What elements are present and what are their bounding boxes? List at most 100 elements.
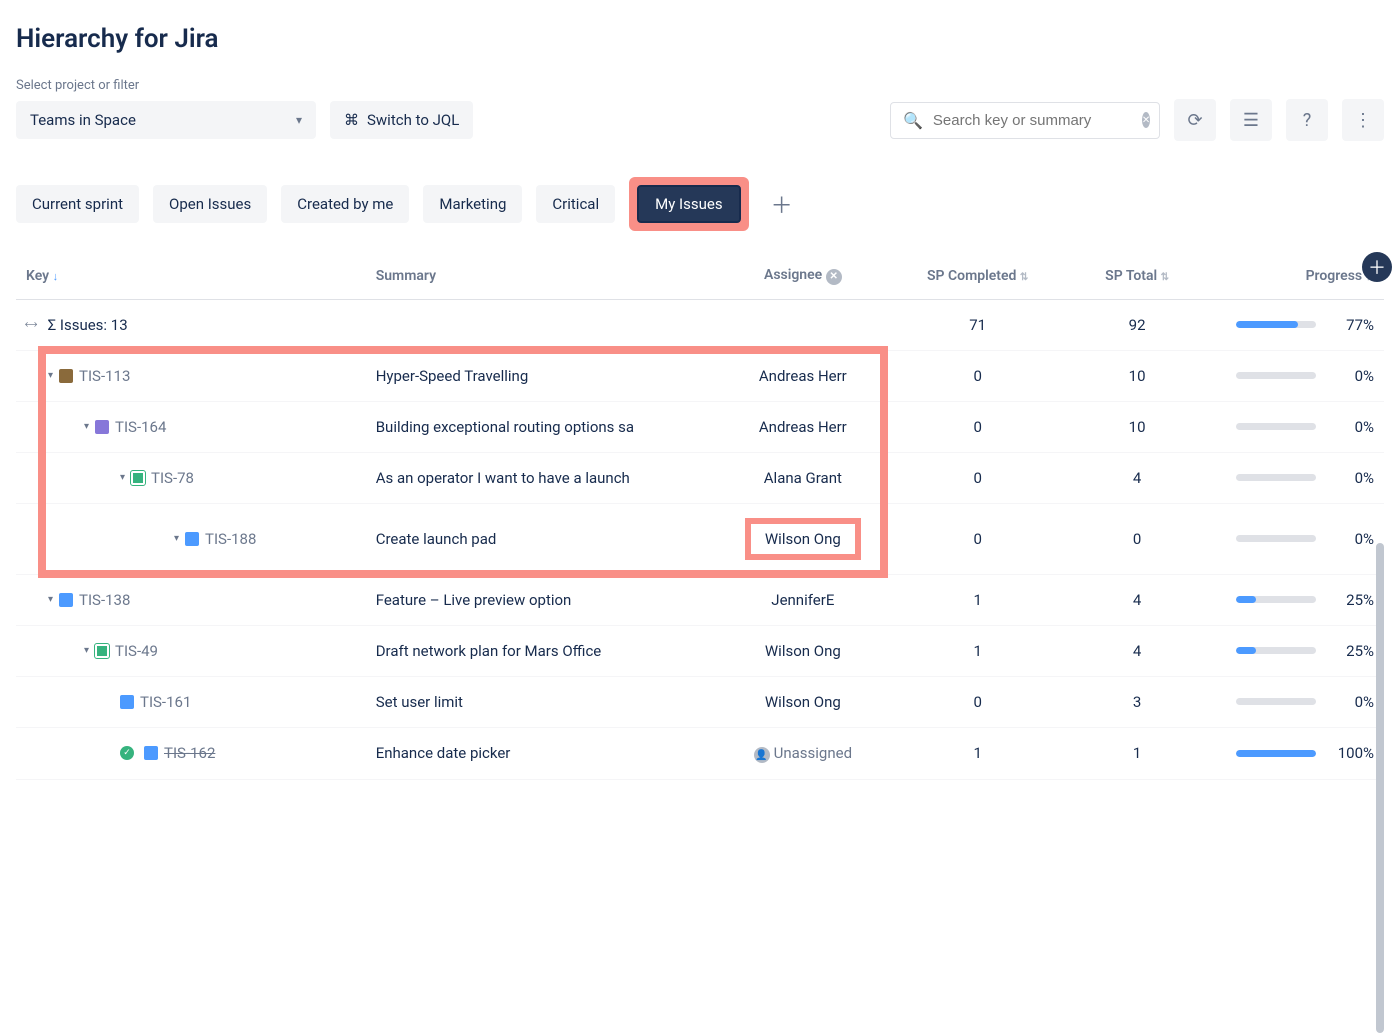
table-row[interactable]: ▾ TIS-138 Feature – Live preview optionJe… (16, 574, 1384, 625)
issue-summary[interactable]: Draft network plan for Mars Office (366, 625, 716, 676)
col-key[interactable]: Key ↓ (16, 253, 366, 299)
issue-assignee[interactable]: Wilson Ong (715, 676, 890, 727)
totals-spc: 71 (890, 299, 1065, 350)
col-progress[interactable]: Progress ⇅ (1209, 253, 1384, 299)
table-row[interactable]: ▾ TIS-78 As an operator I want to have a … (16, 452, 1384, 503)
col-assignee[interactable]: Assignee ✕ (715, 253, 890, 299)
sort-icon: ☰ (1243, 110, 1259, 131)
sort-asc-icon: ↓ (53, 270, 59, 283)
issue-summary[interactable]: Set user limit (366, 676, 716, 727)
issue-spt: 4 (1065, 574, 1209, 625)
epic-icon (95, 420, 109, 434)
search-box[interactable]: 🔍 ✕ (890, 102, 1160, 139)
issue-key[interactable]: TIS-49 (115, 642, 158, 660)
clear-icon[interactable]: ✕ (1142, 112, 1150, 128)
col-sp-total[interactable]: SP Total ⇅ (1065, 253, 1209, 299)
chevron-down-icon[interactable]: ▾ (120, 472, 125, 483)
clear-assignee-icon[interactable]: ✕ (826, 269, 842, 285)
sort-icon: ⇅ (1161, 272, 1169, 283)
issue-progress: 25% (1219, 642, 1374, 660)
issue-assignee[interactable]: Andreas Herr (715, 401, 890, 452)
story-icon (95, 644, 109, 658)
issues-table: Key ↓ Summary Assignee ✕ SP Completed ⇅ … (16, 253, 1384, 780)
page-title: Hierarchy for Jira (16, 24, 1384, 54)
issue-assignee[interactable]: 👤Unassigned (715, 727, 890, 780)
totals-label: Σ Issues: 13 (48, 316, 128, 334)
table-row[interactable]: ▾ TIS-164 Building exceptional routing op… (16, 401, 1384, 452)
issue-spt: 1 (1065, 727, 1209, 780)
chevron-down-icon[interactable]: ▾ (174, 533, 179, 544)
sort-icon: ⇅ (1020, 272, 1028, 283)
expand-icon[interactable]: ⤢ (22, 316, 39, 333)
filter-tab-open-issues[interactable]: Open Issues (153, 185, 267, 223)
issue-summary[interactable]: Enhance date picker (366, 727, 716, 780)
filter-tab-my-issues[interactable]: My Issues (637, 185, 740, 223)
issue-summary[interactable]: Feature – Live preview option (366, 574, 716, 625)
issue-summary[interactable]: As an operator I want to have a launch (366, 452, 716, 503)
table-row[interactable]: ▾ TIS-113 Hyper-Speed TravellingAndreas H… (16, 350, 1384, 401)
issue-spc: 0 (890, 401, 1065, 452)
issue-key[interactable]: TIS-164 (115, 418, 166, 436)
chevron-down-icon[interactable]: ▾ (48, 370, 53, 381)
issue-key[interactable]: TIS-78 (151, 469, 194, 487)
filter-tab-marketing[interactable]: Marketing (423, 185, 522, 223)
more-button[interactable]: ⋮ (1342, 99, 1384, 141)
issue-key[interactable]: TIS-162 (164, 744, 215, 762)
col-summary[interactable]: Summary (366, 253, 716, 299)
search-icon: 🔍 (903, 111, 923, 130)
issue-assignee[interactable]: Alana Grant (715, 452, 890, 503)
issue-summary[interactable]: Building exceptional routing options sa (366, 401, 716, 452)
issue-assignee[interactable]: JenniferE (715, 574, 890, 625)
refresh-button[interactable]: ⟳ (1174, 99, 1216, 141)
project-select[interactable]: Teams in Space ▾ (16, 101, 316, 139)
chevron-down-icon: ▾ (296, 113, 302, 127)
switch-to-jql-button[interactable]: ⌘ Switch to JQL (330, 101, 473, 139)
issue-assignee[interactable]: Andreas Herr (715, 350, 890, 401)
issue-key[interactable]: TIS-113 (79, 367, 130, 385)
col-sp-completed[interactable]: SP Completed ⇅ (890, 253, 1065, 299)
avatar-icon: 👤 (754, 747, 770, 763)
filter-tab-current-sprint[interactable]: Current sprint (16, 185, 139, 223)
issue-spt: 10 (1065, 401, 1209, 452)
filter-tab-created-by-me[interactable]: Created by me (281, 185, 409, 223)
issue-progress: 0% (1219, 418, 1374, 436)
totals-row: ⤢ Σ Issues: 13719277% (16, 299, 1384, 350)
table-row[interactable]: TIS-161Set user limitWilson Ong030% (16, 676, 1384, 727)
top-controls: Teams in Space ▾ ⌘ Switch to JQL 🔍 ✕ ⟳ ☰… (16, 99, 1384, 141)
task-icon (144, 746, 158, 760)
chevron-down-icon[interactable]: ▾ (84, 421, 89, 432)
issue-spc: 0 (890, 503, 1065, 574)
table-row[interactable]: ✓ TIS-162Enhance date picker👤Unassigned1… (16, 727, 1384, 780)
filter-tab-critical[interactable]: Critical (536, 185, 615, 223)
issue-spc: 1 (890, 574, 1065, 625)
add-column-button[interactable]: ＋ (1362, 252, 1392, 282)
issue-spc: 0 (890, 452, 1065, 503)
totals-spt: 92 (1065, 299, 1209, 350)
issue-spt: 0 (1065, 503, 1209, 574)
task-icon (185, 532, 199, 546)
assignee-highlight: Wilson Ong (747, 520, 859, 558)
chevron-down-icon[interactable]: ▾ (48, 594, 53, 605)
sort-button[interactable]: ☰ (1230, 99, 1272, 141)
search-input[interactable] (931, 111, 1134, 130)
scrollbar[interactable] (1376, 543, 1384, 1033)
issue-spt: 4 (1065, 452, 1209, 503)
help-icon: ? (1303, 110, 1312, 131)
chevron-down-icon[interactable]: ▾ (84, 645, 89, 656)
issue-summary[interactable]: Create launch pad (366, 503, 716, 574)
table-row[interactable]: ▾ TIS-188Create launch padWilson Ong000% (16, 503, 1384, 574)
issue-key[interactable]: TIS-161 (140, 693, 191, 711)
refresh-icon: ⟳ (1187, 110, 1202, 131)
add-filter-button[interactable]: ＋ (763, 180, 801, 228)
jql-label: Switch to JQL (367, 111, 459, 129)
issue-summary[interactable]: Hyper-Speed Travelling (366, 350, 716, 401)
issue-progress: 25% (1219, 591, 1374, 609)
jql-icon: ⌘ (344, 111, 359, 129)
table-row[interactable]: ▾ TIS-49 Draft network plan for Mars Offi… (16, 625, 1384, 676)
issue-key[interactable]: TIS-138 (79, 591, 130, 609)
help-button[interactable]: ? (1286, 99, 1328, 141)
filter-tabs: Current sprint Open Issues Created by me Ma… (16, 177, 1384, 231)
issue-key[interactable]: TIS-188 (205, 530, 256, 548)
issue-assignee[interactable]: Wilson Ong (715, 503, 890, 574)
issue-assignee[interactable]: Wilson Ong (715, 625, 890, 676)
